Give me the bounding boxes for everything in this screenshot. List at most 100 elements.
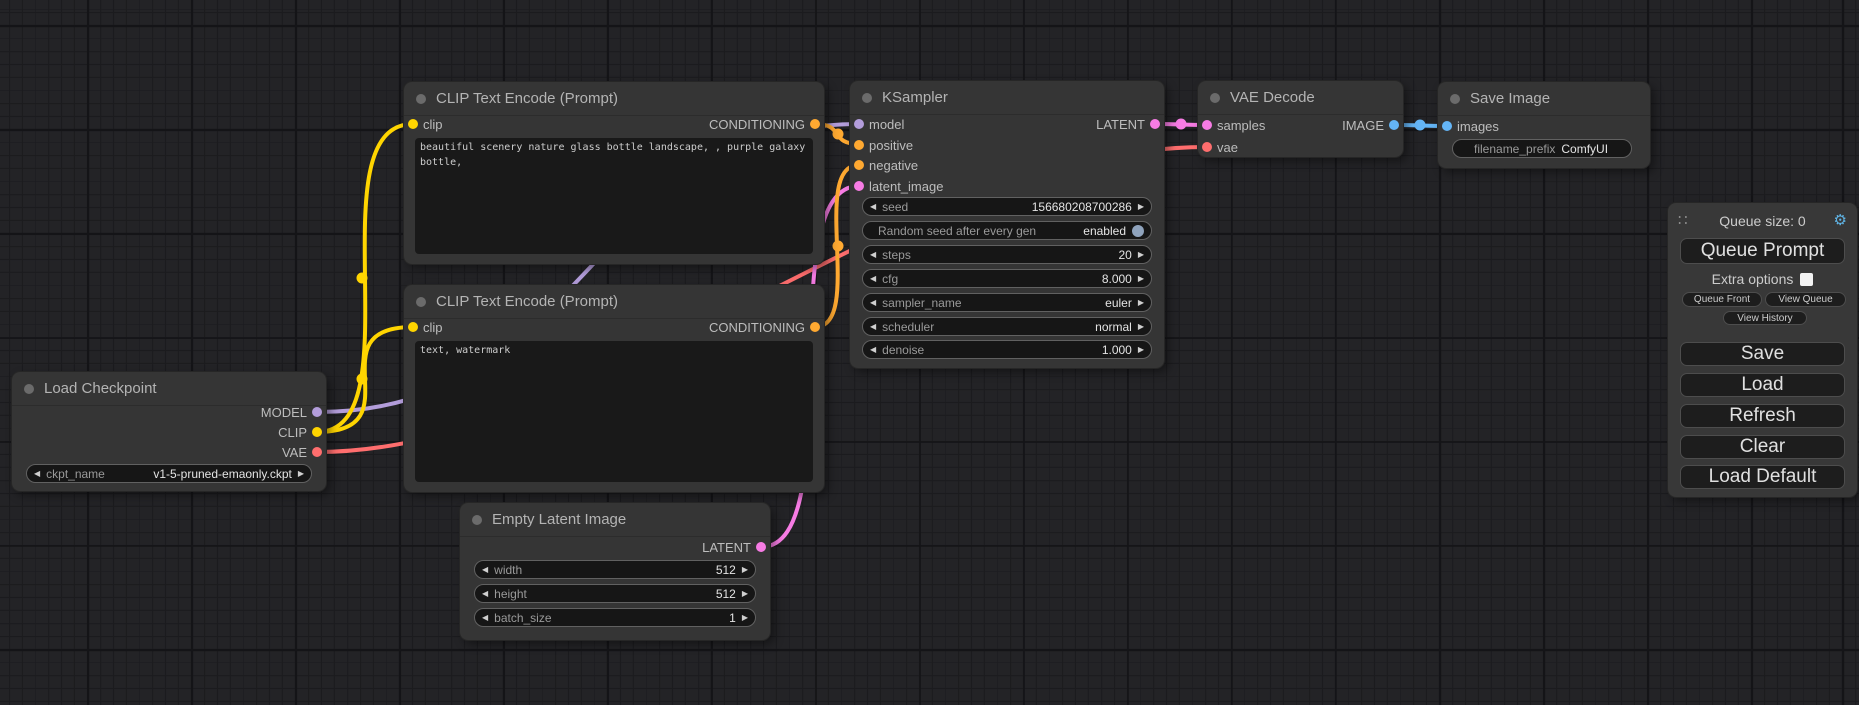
conditioning-port[interactable]: [810, 322, 820, 332]
random-seed-toggle-widget[interactable]: Random seed after every gen enabled: [862, 221, 1152, 240]
load-button[interactable]: Load: [1680, 373, 1845, 397]
height-widget[interactable]: ◀ height 512 ▶: [474, 584, 756, 603]
save-button[interactable]: Save: [1680, 342, 1845, 366]
image-port[interactable]: [1442, 121, 1452, 131]
collapse-dot[interactable]: [24, 384, 34, 394]
output-slot-clip: CLIP: [278, 422, 326, 442]
latent-port[interactable]: [1202, 120, 1212, 130]
collapse-dot[interactable]: [416, 297, 426, 307]
ckpt-name-widget[interactable]: ◀ ckpt_name v1-5-pruned-emaonly.ckpt ▶: [26, 464, 312, 483]
node-titlebar[interactable]: VAE Decode: [1198, 81, 1403, 115]
prev-arrow-icon[interactable]: ◀: [870, 203, 876, 211]
collapse-dot[interactable]: [472, 515, 482, 525]
refresh-button[interactable]: Refresh: [1680, 404, 1845, 428]
node-clip-text-encode-negative[interactable]: CLIP Text Encode (Prompt) clip CONDITION…: [404, 285, 824, 492]
node-save-image[interactable]: Save Image images filename_prefix ComfyU…: [1438, 82, 1650, 168]
node-graph-canvas[interactable]: Load Checkpoint MODEL CLIP VAE ◀ ckpt_na…: [0, 0, 1859, 705]
clip-port[interactable]: [408, 119, 418, 129]
collapse-dot[interactable]: [416, 94, 426, 104]
extra-options-row: Extra options: [1668, 271, 1857, 287]
next-arrow-icon[interactable]: ▶: [1138, 323, 1144, 331]
queue-prompt-button[interactable]: Queue Prompt: [1680, 238, 1845, 264]
batch-size-widget[interactable]: ◀ batch_size 1 ▶: [474, 608, 756, 627]
input-slot-model: model: [850, 114, 904, 134]
next-arrow-icon[interactable]: ▶: [742, 590, 748, 598]
clip-port[interactable]: [312, 427, 322, 437]
node-titlebar[interactable]: KSampler: [850, 81, 1164, 115]
next-arrow-icon[interactable]: ▶: [1138, 203, 1144, 211]
prev-arrow-icon[interactable]: ◀: [870, 299, 876, 307]
collapse-dot[interactable]: [862, 93, 872, 103]
denoise-widget[interactable]: ◀ denoise 1.000 ▶: [862, 340, 1152, 359]
input-slot-vae: vae: [1198, 137, 1238, 157]
latent-port[interactable]: [854, 181, 864, 191]
prev-arrow-icon[interactable]: ◀: [870, 275, 876, 283]
output-slot-conditioning: CONDITIONING: [709, 114, 824, 134]
output-slot-latent: LATENT: [702, 537, 770, 557]
clear-button[interactable]: Clear: [1680, 435, 1845, 459]
link-dot: [833, 241, 844, 252]
prev-arrow-icon[interactable]: ◀: [482, 566, 488, 574]
next-arrow-icon[interactable]: ▶: [1138, 299, 1144, 307]
prev-arrow-icon[interactable]: ◀: [34, 470, 40, 478]
latent-port[interactable]: [756, 542, 766, 552]
node-vae-decode[interactable]: VAE Decode samples vae IMAGE: [1198, 81, 1403, 157]
node-ksampler[interactable]: KSampler model positive negative latent_…: [850, 81, 1164, 368]
model-port[interactable]: [854, 119, 864, 129]
width-widget[interactable]: ◀ width 512 ▶: [474, 560, 756, 579]
next-arrow-icon[interactable]: ▶: [1138, 251, 1144, 259]
conditioning-port[interactable]: [854, 140, 864, 150]
prev-arrow-icon[interactable]: ◀: [870, 323, 876, 331]
load-default-button[interactable]: Load Default: [1680, 465, 1845, 489]
conditioning-port[interactable]: [854, 160, 864, 170]
filename-prefix-widget[interactable]: filename_prefix ComfyUI: [1452, 139, 1632, 158]
extra-options-checkbox[interactable]: [1800, 273, 1813, 286]
vae-port[interactable]: [1202, 142, 1212, 152]
next-arrow-icon[interactable]: ▶: [298, 470, 304, 478]
prev-arrow-icon[interactable]: ◀: [482, 590, 488, 598]
sampler-name-widget[interactable]: ◀ sampler_name euler ▶: [862, 293, 1152, 312]
latent-port[interactable]: [1150, 119, 1160, 129]
output-slot-latent: LATENT: [1096, 114, 1164, 134]
prev-arrow-icon[interactable]: ◀: [870, 251, 876, 259]
next-arrow-icon[interactable]: ▶: [742, 566, 748, 574]
input-slot-latent-image: latent_image: [850, 176, 943, 196]
positive-prompt-textarea[interactable]: beautiful scenery nature glass bottle la…: [415, 138, 813, 254]
scheduler-widget[interactable]: ◀ scheduler normal ▶: [862, 317, 1152, 336]
steps-widget[interactable]: ◀ steps 20 ▶: [862, 245, 1152, 264]
settings-gear-icon[interactable]: ⚙: [1834, 211, 1847, 229]
node-titlebar[interactable]: Save Image: [1438, 82, 1650, 116]
node-titlebar[interactable]: CLIP Text Encode (Prompt): [404, 285, 824, 319]
node-clip-text-encode-positive[interactable]: CLIP Text Encode (Prompt) clip CONDITION…: [404, 82, 824, 264]
link-dot: [1176, 119, 1187, 130]
image-port[interactable]: [1389, 120, 1399, 130]
next-arrow-icon[interactable]: ▶: [1138, 275, 1144, 283]
node-titlebar[interactable]: Empty Latent Image: [460, 503, 770, 537]
next-arrow-icon[interactable]: ▶: [742, 614, 748, 622]
clip-port[interactable]: [408, 322, 418, 332]
cfg-widget[interactable]: ◀ cfg 8.000 ▶: [862, 269, 1152, 288]
collapse-dot[interactable]: [1210, 93, 1220, 103]
model-port[interactable]: [312, 407, 322, 417]
next-arrow-icon[interactable]: ▶: [1138, 346, 1144, 354]
prev-arrow-icon[interactable]: ◀: [870, 346, 876, 354]
view-history-button[interactable]: View History: [1723, 311, 1807, 325]
node-load-checkpoint[interactable]: Load Checkpoint MODEL CLIP VAE ◀ ckpt_na…: [12, 372, 326, 491]
vae-port[interactable]: [312, 447, 322, 457]
node-empty-latent-image[interactable]: Empty Latent Image LATENT ◀ width 512 ▶ …: [460, 503, 770, 640]
output-slot-conditioning: CONDITIONING: [709, 317, 824, 337]
seed-widget[interactable]: ◀ seed 156680208700286 ▶: [862, 197, 1152, 216]
negative-prompt-textarea[interactable]: text, watermark: [415, 341, 813, 482]
prev-arrow-icon[interactable]: ◀: [482, 614, 488, 622]
queue-panel: ∷ Queue size: 0 ⚙ Queue Prompt Extra opt…: [1668, 203, 1857, 497]
node-titlebar[interactable]: Load Checkpoint: [12, 372, 326, 406]
node-titlebar[interactable]: CLIP Text Encode (Prompt): [404, 82, 824, 116]
collapse-dot[interactable]: [1450, 94, 1460, 104]
view-queue-button[interactable]: View Queue: [1765, 292, 1846, 307]
queue-front-button[interactable]: Queue Front: [1682, 292, 1762, 307]
node-title: CLIP Text Encode (Prompt): [436, 293, 618, 310]
conditioning-port[interactable]: [810, 119, 820, 129]
toggle-dot[interactable]: [1132, 225, 1144, 237]
extra-options-label: Extra options: [1712, 271, 1794, 287]
queue-size-label: Queue size: 0: [1668, 213, 1857, 229]
